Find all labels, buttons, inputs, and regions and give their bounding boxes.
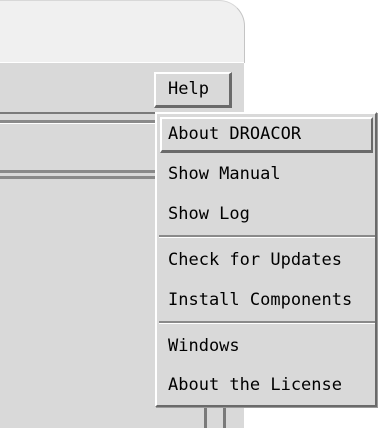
menu-item-check-updates[interactable]: Check for Updates <box>160 242 373 278</box>
window-titlebar <box>0 0 245 63</box>
menu-item-about-license[interactable]: About the License <box>160 367 373 403</box>
help-dropdown-menu: About DROACOR Show Manual Show Log Check… <box>155 112 377 407</box>
menu-separator <box>159 235 375 238</box>
menu-separator <box>159 321 375 324</box>
menu-item-about-droacor[interactable]: About DROACOR <box>160 117 373 153</box>
menu-item-show-log[interactable]: Show Log <box>160 196 373 232</box>
menu-item-show-manual[interactable]: Show Manual <box>160 156 373 192</box>
menu-item-windows[interactable]: Windows <box>160 328 373 364</box>
menu-item-install-components[interactable]: Install Components <box>160 282 373 318</box>
help-menu-button[interactable]: Help <box>154 72 232 108</box>
screen: Help About DROACOR Show Manual Show Log … <box>0 0 379 428</box>
